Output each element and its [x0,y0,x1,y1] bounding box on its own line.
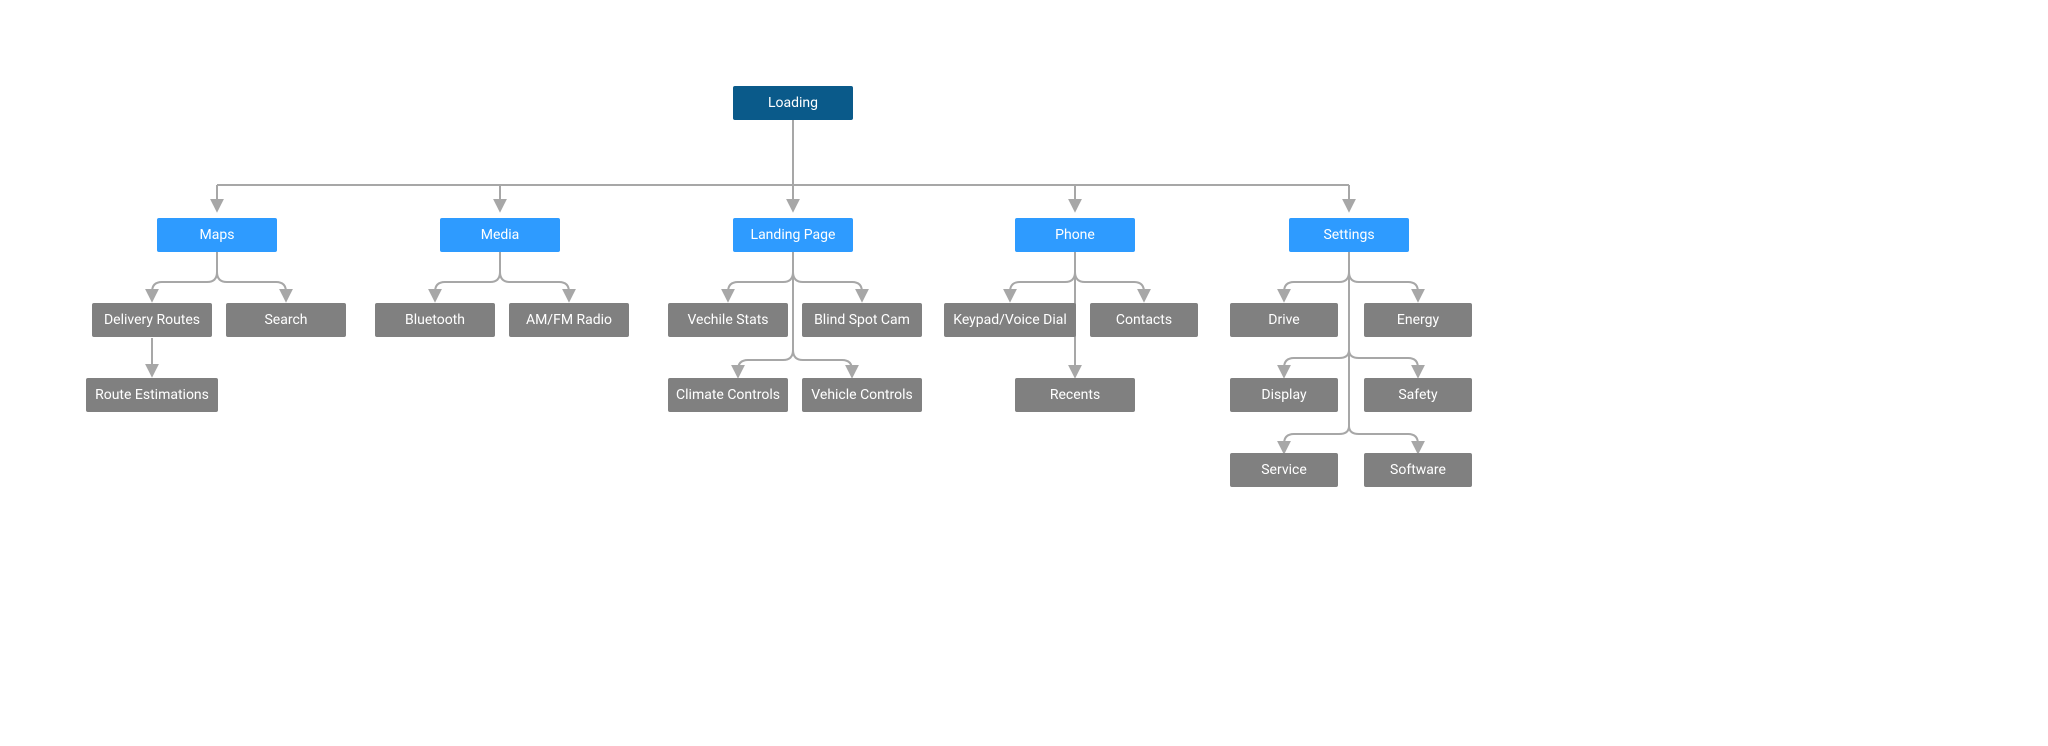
node-recents[interactable]: Recents [1015,378,1135,412]
node-energy[interactable]: Energy [1364,303,1472,337]
node-phone[interactable]: Phone [1015,218,1135,252]
node-landing-page[interactable]: Landing Page [733,218,853,252]
node-contacts[interactable]: Contacts [1090,303,1198,337]
node-delivery-routes[interactable]: Delivery Routes [92,303,212,337]
node-search[interactable]: Search [226,303,346,337]
node-vehicle-stats[interactable]: Vechile Stats [668,303,788,337]
node-vehicle-controls[interactable]: Vehicle Controls [802,378,922,412]
connector-layer [0,0,2048,746]
node-media[interactable]: Media [440,218,560,252]
node-software[interactable]: Software [1364,453,1472,487]
node-route-estimations[interactable]: Route Estimations [86,378,218,412]
node-settings[interactable]: Settings [1289,218,1409,252]
node-maps[interactable]: Maps [157,218,277,252]
node-climate-controls[interactable]: Climate Controls [668,378,788,412]
node-bluetooth[interactable]: Bluetooth [375,303,495,337]
node-keypad-voice-dial[interactable]: Keypad/Voice Dial [944,303,1076,337]
node-amfm-radio[interactable]: AM/FM Radio [509,303,629,337]
node-loading[interactable]: Loading [733,86,853,120]
node-service[interactable]: Service [1230,453,1338,487]
node-safety[interactable]: Safety [1364,378,1472,412]
node-display[interactable]: Display [1230,378,1338,412]
node-drive[interactable]: Drive [1230,303,1338,337]
node-blind-spot-cam[interactable]: Blind Spot Cam [802,303,922,337]
